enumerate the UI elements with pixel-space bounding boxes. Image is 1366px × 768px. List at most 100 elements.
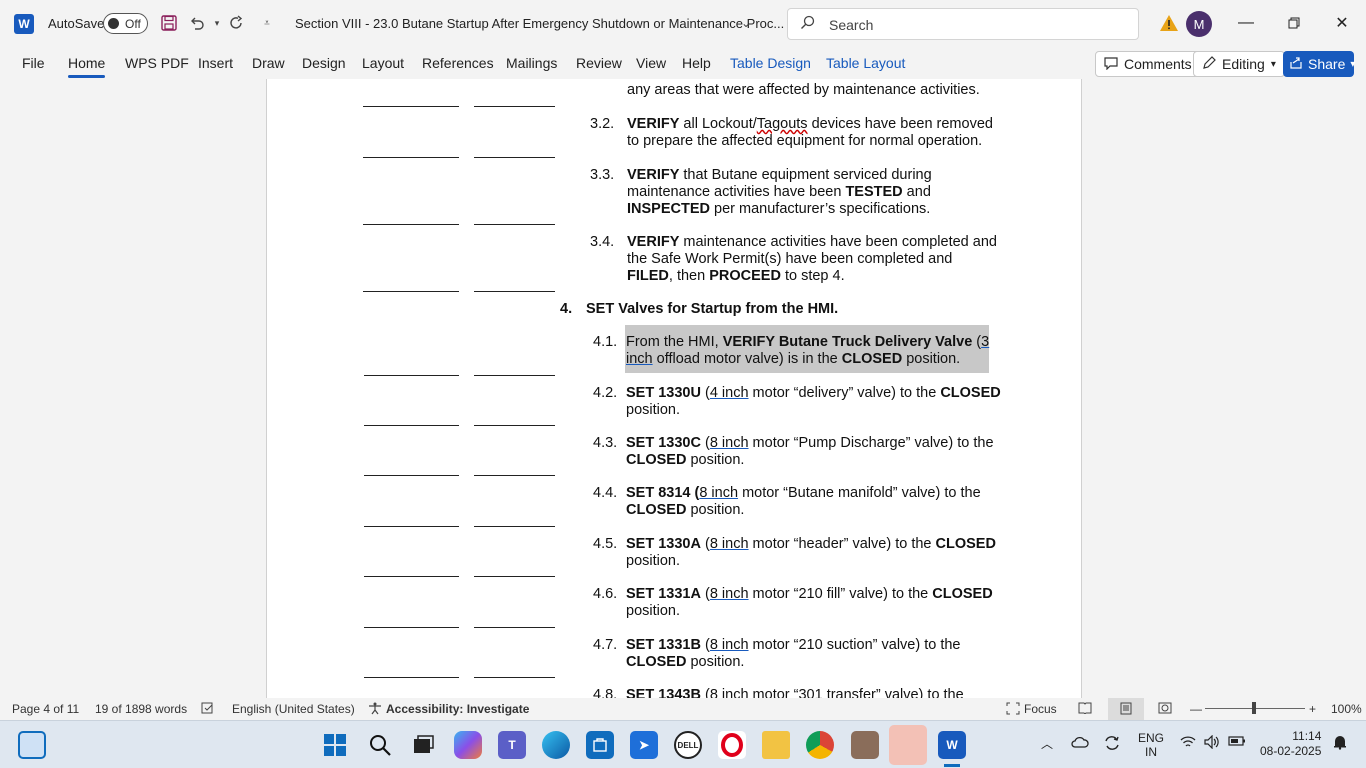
text: to step 4. xyxy=(780,268,845,284)
focus-icon[interactable] xyxy=(1006,702,1020,718)
comments-button[interactable]: Comments xyxy=(1095,51,1201,77)
web-layout-icon[interactable] xyxy=(1158,702,1172,718)
initials-line[interactable] xyxy=(363,291,459,292)
notifications-icon[interactable] xyxy=(1333,735,1347,753)
tab-insert[interactable]: Insert xyxy=(198,55,233,71)
date-line[interactable] xyxy=(474,475,555,476)
accessibility-status[interactable]: Accessibility: Investigate xyxy=(386,702,529,716)
initials-line[interactable] xyxy=(364,475,459,476)
initials-line[interactable] xyxy=(364,425,459,426)
minimize-icon[interactable]: — xyxy=(1231,10,1261,36)
text: ( xyxy=(700,385,710,401)
document-page[interactable]: any areas that were affected by maintena… xyxy=(266,79,1082,698)
chevron-up-icon[interactable]: ︿ xyxy=(1041,735,1053,752)
tab-layout[interactable]: Layout xyxy=(362,55,404,71)
edge-icon[interactable] xyxy=(542,731,570,759)
search-icon[interactable] xyxy=(366,731,394,759)
tab-mailings[interactable]: Mailings xyxy=(506,55,557,71)
wifi-icon[interactable] xyxy=(1180,735,1196,752)
initials-line[interactable] xyxy=(364,576,459,577)
document-title[interactable]: Section VIII - 23.0 Butane Startup After… xyxy=(295,16,784,31)
zoom-out-icon[interactable]: — xyxy=(1190,702,1202,716)
initials-line[interactable] xyxy=(363,106,459,107)
date-line[interactable] xyxy=(474,157,555,158)
section-heading: SET Valves for Startup from the HMI. xyxy=(586,301,839,317)
tab-design[interactable]: Design xyxy=(302,55,346,71)
avatar[interactable]: M xyxy=(1186,11,1212,37)
tab-review[interactable]: Review xyxy=(576,55,622,71)
step-number: 4.6. xyxy=(593,586,618,602)
teams-icon[interactable]: T xyxy=(498,731,526,759)
share-button[interactable]: Share ▾ xyxy=(1283,51,1355,77)
warning-icon[interactable] xyxy=(1159,13,1179,33)
customize-toolbar-icon[interactable]: ⩡ xyxy=(256,12,278,34)
tab-references[interactable]: References xyxy=(422,55,494,71)
date-line[interactable] xyxy=(474,375,555,376)
tab-file[interactable]: File xyxy=(22,55,45,71)
maximize-icon[interactable] xyxy=(1279,10,1309,36)
task-view-icon[interactable] xyxy=(409,731,437,759)
tab-home[interactable]: Home xyxy=(68,55,106,78)
read-mode-icon[interactable] xyxy=(1078,702,1092,717)
date-line[interactable] xyxy=(474,106,555,107)
tab-wps-pdf[interactable]: WPS PDF xyxy=(125,55,189,71)
tab-help[interactable]: Help xyxy=(682,55,711,71)
clock[interactable]: 11:14 08-02-2025 xyxy=(1260,729,1321,759)
date-line[interactable] xyxy=(474,576,555,577)
tab-view[interactable]: View xyxy=(636,55,666,71)
file-explorer-icon[interactable] xyxy=(762,731,790,759)
widgets-icon[interactable] xyxy=(18,731,46,759)
power-automate-icon[interactable]: ➤ xyxy=(630,731,658,759)
close-icon[interactable]: ✕ xyxy=(1327,10,1357,36)
search-input[interactable]: Search xyxy=(787,8,1139,40)
app-icon[interactable] xyxy=(851,731,879,759)
date-line[interactable] xyxy=(474,425,555,426)
redo-icon[interactable] xyxy=(226,12,248,34)
page-count[interactable]: Page 4 of 11 xyxy=(12,702,79,716)
save-icon[interactable] xyxy=(158,12,180,34)
battery-icon[interactable] xyxy=(1228,735,1246,750)
print-layout-icon[interactable] xyxy=(1108,698,1144,720)
sync-icon[interactable] xyxy=(1103,735,1121,754)
store-icon[interactable] xyxy=(586,731,614,759)
cloud-icon[interactable] xyxy=(1071,735,1089,752)
initials-line[interactable] xyxy=(364,627,459,628)
date-line[interactable] xyxy=(474,224,555,225)
autosave-toggle[interactable]: Off xyxy=(103,13,148,34)
zoom-level[interactable]: 100% xyxy=(1331,702,1362,716)
spellcheck-word[interactable]: Tagouts xyxy=(757,116,808,132)
volume-icon[interactable] xyxy=(1204,734,1220,752)
tab-table-design[interactable]: Table Design xyxy=(730,55,811,71)
dell-icon[interactable]: DELL xyxy=(674,731,702,759)
undo-dropdown-icon[interactable]: ▾ xyxy=(206,12,228,34)
word-taskbar-icon[interactable]: W xyxy=(938,731,966,759)
initials-line[interactable] xyxy=(363,157,459,158)
date-line[interactable] xyxy=(474,627,555,628)
proofing-icon[interactable] xyxy=(201,702,215,718)
date-line[interactable] xyxy=(474,291,555,292)
chrome-icon[interactable] xyxy=(806,731,834,759)
tab-table-layout[interactable]: Table Layout xyxy=(826,55,905,71)
accessibility-icon[interactable] xyxy=(368,702,382,718)
date-line[interactable] xyxy=(474,677,555,678)
zoom-slider-thumb[interactable] xyxy=(1252,702,1256,714)
language[interactable]: English (United States) xyxy=(232,702,355,716)
tab-draw[interactable]: Draw xyxy=(252,55,285,71)
initials-line[interactable] xyxy=(364,526,459,527)
undo-icon[interactable] xyxy=(186,12,208,34)
editing-mode-button[interactable]: Editing ▾ xyxy=(1193,51,1285,77)
start-icon[interactable] xyxy=(321,731,349,759)
copilot-icon[interactable] xyxy=(454,731,482,759)
chevron-down-icon[interactable]: ⌄ xyxy=(735,12,757,34)
initials-line[interactable] xyxy=(363,224,459,225)
zoom-in-icon[interactable]: + xyxy=(1309,702,1316,716)
focus-label[interactable]: Focus xyxy=(1024,702,1057,716)
initials-line[interactable] xyxy=(364,375,459,376)
opera-icon[interactable] xyxy=(718,731,746,759)
active-app-icon[interactable] xyxy=(889,725,927,765)
word-count[interactable]: 19 of 1898 words xyxy=(95,702,187,716)
document-area[interactable]: any areas that were affected by maintena… xyxy=(0,79,1366,698)
date-line[interactable] xyxy=(474,526,555,527)
language-indicator[interactable]: ENG IN xyxy=(1138,731,1164,759)
initials-line[interactable] xyxy=(364,677,459,678)
